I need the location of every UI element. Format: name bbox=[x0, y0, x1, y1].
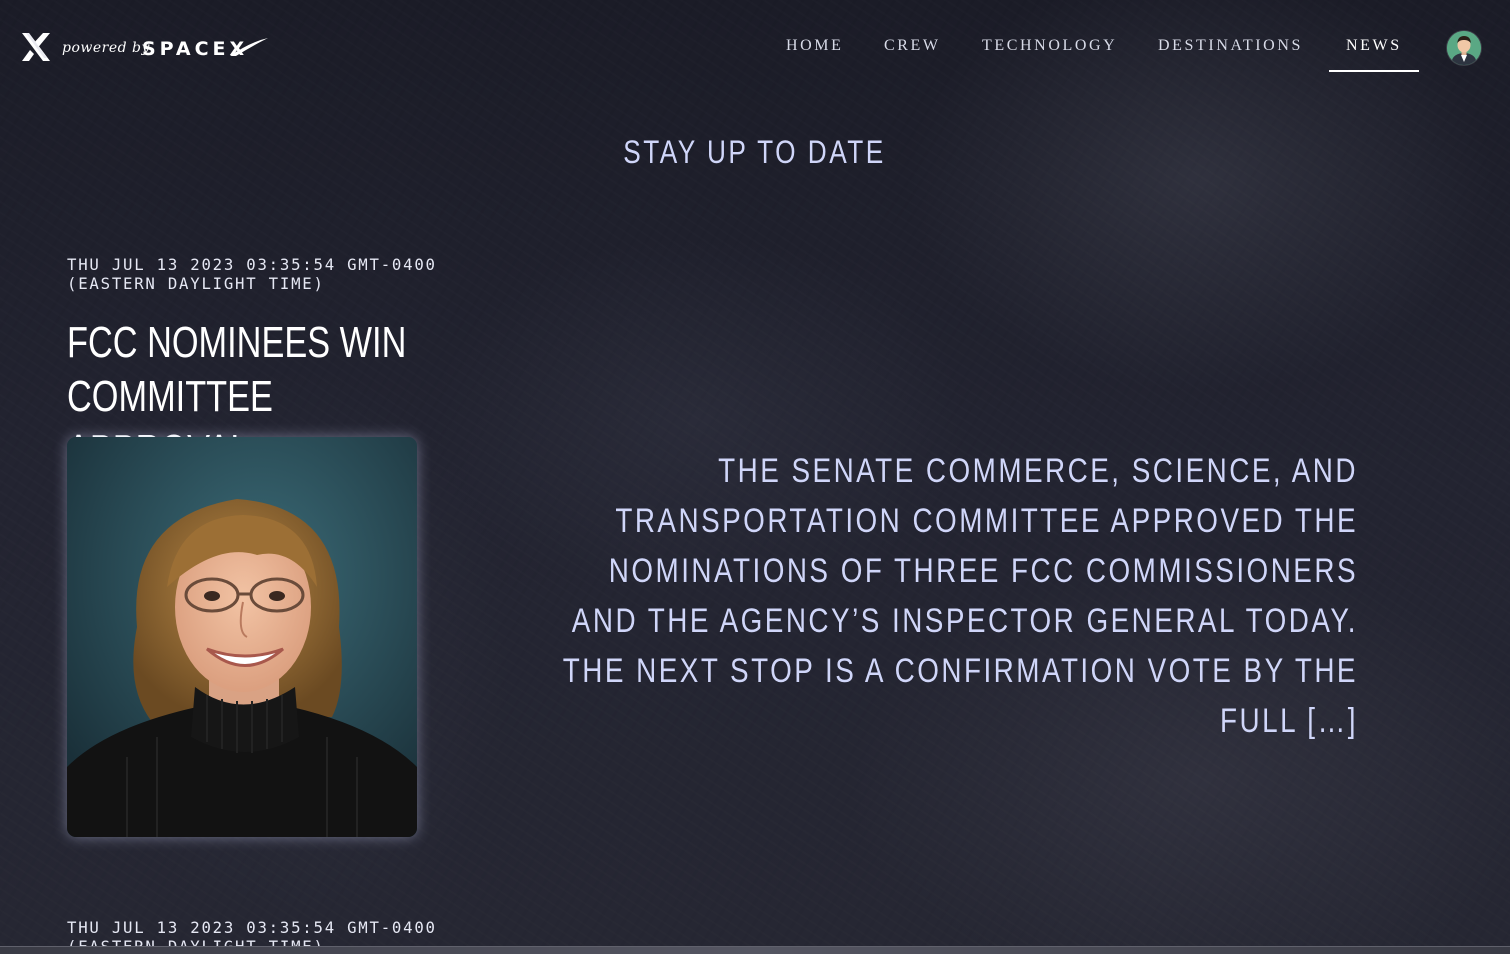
nav-crew[interactable]: CREW bbox=[884, 37, 941, 55]
article-image[interactable] bbox=[67, 437, 417, 837]
site-header: powered by SPACEX HOME CREW TECHNOLOGY D… bbox=[0, 0, 1510, 96]
nav-destinations[interactable]: DESTINATIONS bbox=[1158, 37, 1303, 55]
user-avatar-icon[interactable] bbox=[1447, 31, 1481, 65]
nav-active-indicator bbox=[1329, 70, 1419, 72]
nav-technology[interactable]: TECHNOLOGY bbox=[982, 37, 1117, 55]
spacex-swoosh-icon bbox=[230, 38, 268, 56]
page-bottom-edge bbox=[0, 946, 1510, 954]
nav-news[interactable]: NEWS bbox=[1346, 37, 1402, 55]
article-summary: THE SENATE COMMERCE, SCIENCE, AND TRANSP… bbox=[562, 452, 1358, 740]
page-title: STAY UP TO DATE bbox=[623, 134, 886, 170]
powered-by-label: powered by bbox=[62, 40, 150, 56]
nav-home[interactable]: HOME bbox=[786, 37, 844, 55]
article-date: THU JUL 13 2023 03:35:54 GMT-0400 (EASTE… bbox=[67, 255, 437, 293]
x-logo-icon[interactable] bbox=[20, 30, 52, 64]
